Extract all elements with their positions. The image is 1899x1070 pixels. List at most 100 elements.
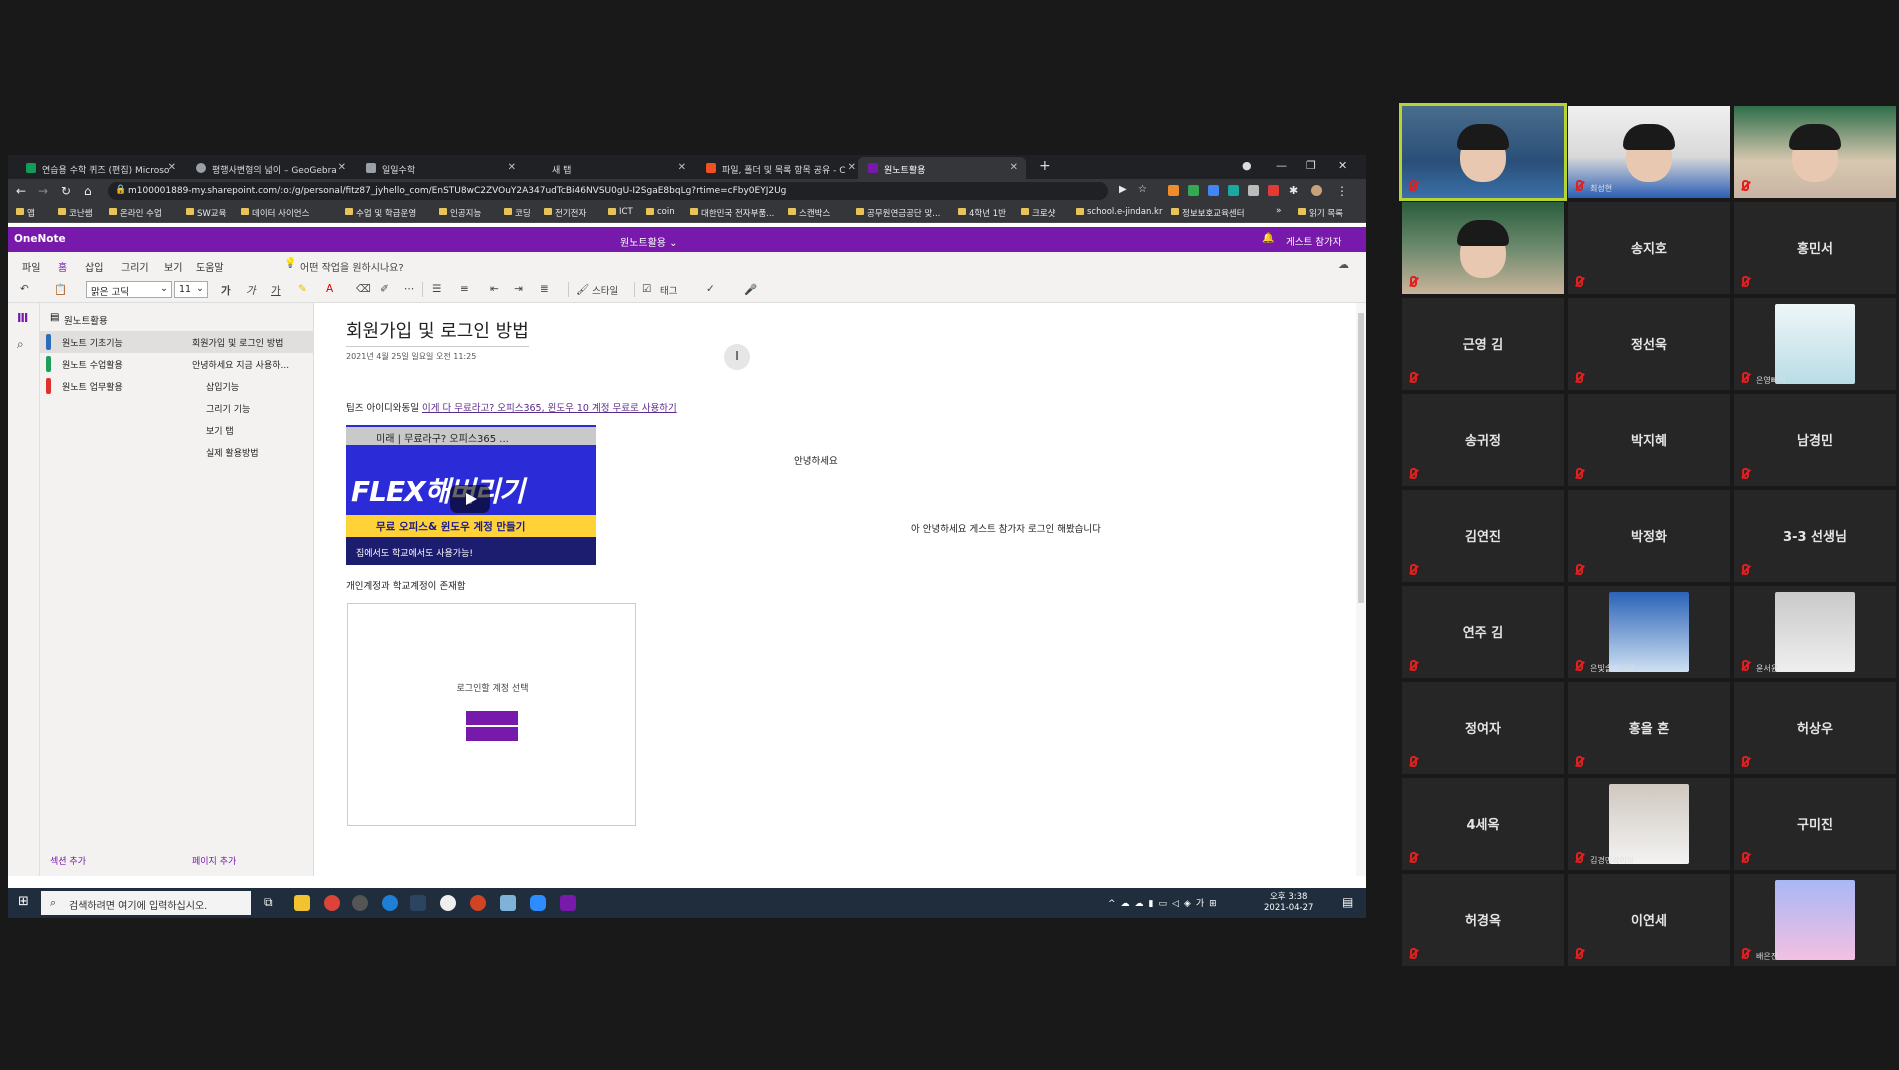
styles-button[interactable]: 스타일 xyxy=(592,283,618,297)
clock[interactable]: 오후 3:38 2021-04-27 xyxy=(1264,892,1313,914)
notebook-name[interactable]: 원노트활용 xyxy=(64,313,108,327)
close-icon[interactable]: ✕ xyxy=(168,162,176,173)
embedded-video[interactable]: 미래 | 무료라구? 오피스365 ... FLEX해버리기 무료 오피스& 윈… xyxy=(346,425,596,565)
tab-file[interactable]: 파일 xyxy=(22,259,40,274)
paste-icon[interactable]: 📋 xyxy=(54,283,67,296)
bookmark-item[interactable]: 공무원연금공단 맞... xyxy=(856,207,940,219)
dictate-icon[interactable]: 🎤 xyxy=(744,283,757,296)
participant-tile[interactable]: 허상우 xyxy=(1734,682,1896,774)
participant-tile[interactable]: 은영빼기 xyxy=(1734,298,1896,390)
new-tab-button[interactable]: + xyxy=(1039,158,1051,174)
taskbar-search[interactable]: ⌕ 검색하려면 여기에 입력하십시오. xyxy=(41,891,251,915)
page-item[interactable]: 그리기 기능 xyxy=(180,397,314,419)
reload-icon[interactable]: ↻ xyxy=(61,184,71,198)
participant-tile[interactable]: 4세옥 xyxy=(1402,778,1564,870)
participant-tile[interactable]: 근영 김 xyxy=(1402,298,1564,390)
bookmark-item[interactable]: 수업 및 학급운영 xyxy=(345,207,416,219)
back-icon[interactable]: ← xyxy=(16,184,26,198)
tab-view[interactable]: 보기 xyxy=(164,259,182,274)
participant-tile[interactable]: 연주 김 xyxy=(1402,586,1564,678)
participant-tile[interactable] xyxy=(1402,202,1564,294)
tag-icon[interactable]: ☑ xyxy=(642,283,651,295)
tab-draw[interactable]: 그리기 xyxy=(121,259,149,274)
browser-tab-active[interactable]: 원노트활용 ✕ xyxy=(858,157,1026,179)
star-icon[interactable]: ☆ xyxy=(1138,184,1147,195)
browser-tab[interactable]: 새 탭 ✕ xyxy=(526,157,694,179)
login-screenshot[interactable]: 로그인할 계정 선택 xyxy=(347,603,636,826)
extension-icon[interactable] xyxy=(1228,185,1239,196)
camera-icon[interactable]: ▶ xyxy=(1119,184,1127,195)
participant-tile[interactable]: 3-3 선생님 xyxy=(1734,490,1896,582)
participant-tile[interactable]: 정여자 xyxy=(1402,682,1564,774)
bookmark-item[interactable]: school.e-jindan.kr xyxy=(1076,207,1162,217)
more-icon[interactable]: ⋯ xyxy=(404,283,415,295)
reading-list[interactable]: 읽기 목록 xyxy=(1298,207,1343,219)
page-canvas[interactable]: 회원가입 및 로그인 방법 2021년 4월 25일 일요일 오전 11:25 … xyxy=(314,303,1366,876)
numbering-icon[interactable]: ≡ xyxy=(460,283,469,295)
bookmark-item[interactable]: 코난쌤 xyxy=(58,207,92,219)
participant-tile[interactable]: 이연세 xyxy=(1568,874,1730,966)
participant-tile[interactable]: 박정화 xyxy=(1568,490,1730,582)
home-icon[interactable]: ⌂ xyxy=(84,184,92,198)
page-item[interactable]: 안녕하세요 지금 사용하... xyxy=(180,353,314,375)
page-title[interactable]: 회원가입 및 로그인 방법 xyxy=(346,317,529,347)
section-item[interactable]: 원노트 기초기능 xyxy=(40,331,180,353)
extension-icon[interactable] xyxy=(1268,185,1279,196)
close-icon[interactable]: ✕ xyxy=(678,162,686,173)
app-icon[interactable] xyxy=(440,895,456,911)
bookmark-item[interactable]: 코딩 xyxy=(504,207,531,219)
bullets-icon[interactable]: ☰ xyxy=(432,283,441,295)
notification-icon[interactable]: ▤ xyxy=(1342,895,1353,909)
participant-tile[interactable]: 배은진 xyxy=(1734,874,1896,966)
bookmark-item[interactable]: coin xyxy=(646,207,675,217)
clear-format-icon[interactable]: ⌫ xyxy=(356,283,371,295)
highlight-icon[interactable]: ✎ xyxy=(298,283,307,295)
browser-tab[interactable]: 연습용 수학 퀴즈 (편집) Microso ✕ xyxy=(16,157,184,179)
participant-tile[interactable]: 송지호 xyxy=(1568,202,1730,294)
indent-icon[interactable]: ⇥ xyxy=(514,283,523,295)
outdent-icon[interactable]: ⇤ xyxy=(490,283,499,295)
restore-icon[interactable]: ❐ xyxy=(1306,159,1316,172)
app-icon[interactable] xyxy=(500,895,516,911)
note-text[interactable]: 아 안녕하세요 게스트 참가자 로그인 해봤습니다 xyxy=(911,521,1101,535)
add-section-button[interactable]: 섹션 추가 xyxy=(50,854,86,867)
kebab-menu-icon[interactable]: ⋮ xyxy=(1336,184,1348,198)
tab-help[interactable]: 도움말 xyxy=(196,259,224,274)
close-icon[interactable]: ✕ xyxy=(848,162,856,173)
page-item[interactable]: 삽입기능 xyxy=(180,375,314,397)
edge-icon[interactable] xyxy=(382,895,398,911)
account-note[interactable]: 개인계정과 학교계정이 존재함 xyxy=(346,578,466,592)
participant-tile[interactable]: 김연진 xyxy=(1402,490,1564,582)
bookmark-item[interactable]: 정보보호교육센터 xyxy=(1171,207,1245,219)
format-painter-icon[interactable]: ✐ xyxy=(380,283,389,295)
play-icon[interactable] xyxy=(450,485,490,513)
todo-icon[interactable]: ✓ xyxy=(706,283,715,295)
participant-tile[interactable]: 은빛솔라나무 xyxy=(1568,586,1730,678)
bold-button[interactable]: 가 xyxy=(221,283,231,298)
guest-account[interactable]: 게스트 참가자 xyxy=(1286,234,1341,248)
browser-tab[interactable]: 평행사변형의 넓이 – GeoGebra ✕ xyxy=(186,157,354,179)
participant-tile[interactable]: 남경민 xyxy=(1734,394,1896,486)
app-icon[interactable] xyxy=(352,895,368,911)
file-explorer-icon[interactable] xyxy=(294,895,310,911)
bell-icon[interactable]: 🔔 xyxy=(1262,233,1274,244)
close-icon[interactable]: ✕ xyxy=(338,162,346,173)
bookmark-item[interactable]: 데이터 사이언스 xyxy=(241,207,309,219)
app-brand[interactable]: OneNote xyxy=(14,233,66,245)
bookmark-item[interactable]: 온라인 수업 xyxy=(109,207,162,219)
participant-tile[interactable]: 송귀정 xyxy=(1402,394,1564,486)
participant-tile[interactable]: 홍을 혼 xyxy=(1568,682,1730,774)
sync-icon[interactable]: ☁ xyxy=(1338,258,1349,271)
notebook-title[interactable]: 원노트활용 ⌄ xyxy=(620,234,678,249)
font-name-select[interactable]: 맑은 고딕 ⌄ xyxy=(86,281,172,298)
participant-tile[interactable]: 허경옥 xyxy=(1402,874,1564,966)
onenote-icon[interactable] xyxy=(560,895,576,911)
tell-me-search[interactable]: 어떤 작업을 원하시나요? xyxy=(300,259,404,274)
font-size-select[interactable]: 11 ⌄ xyxy=(174,281,208,298)
bookmark-item[interactable]: 크로샷 xyxy=(1021,207,1055,219)
powerpoint-icon[interactable] xyxy=(470,895,486,911)
participant-tile[interactable] xyxy=(1399,103,1567,201)
vertical-scrollbar[interactable] xyxy=(1356,303,1366,876)
participant-tile[interactable]: 정선욱 xyxy=(1568,298,1730,390)
bookmark-item[interactable]: SW교육 xyxy=(186,207,226,219)
